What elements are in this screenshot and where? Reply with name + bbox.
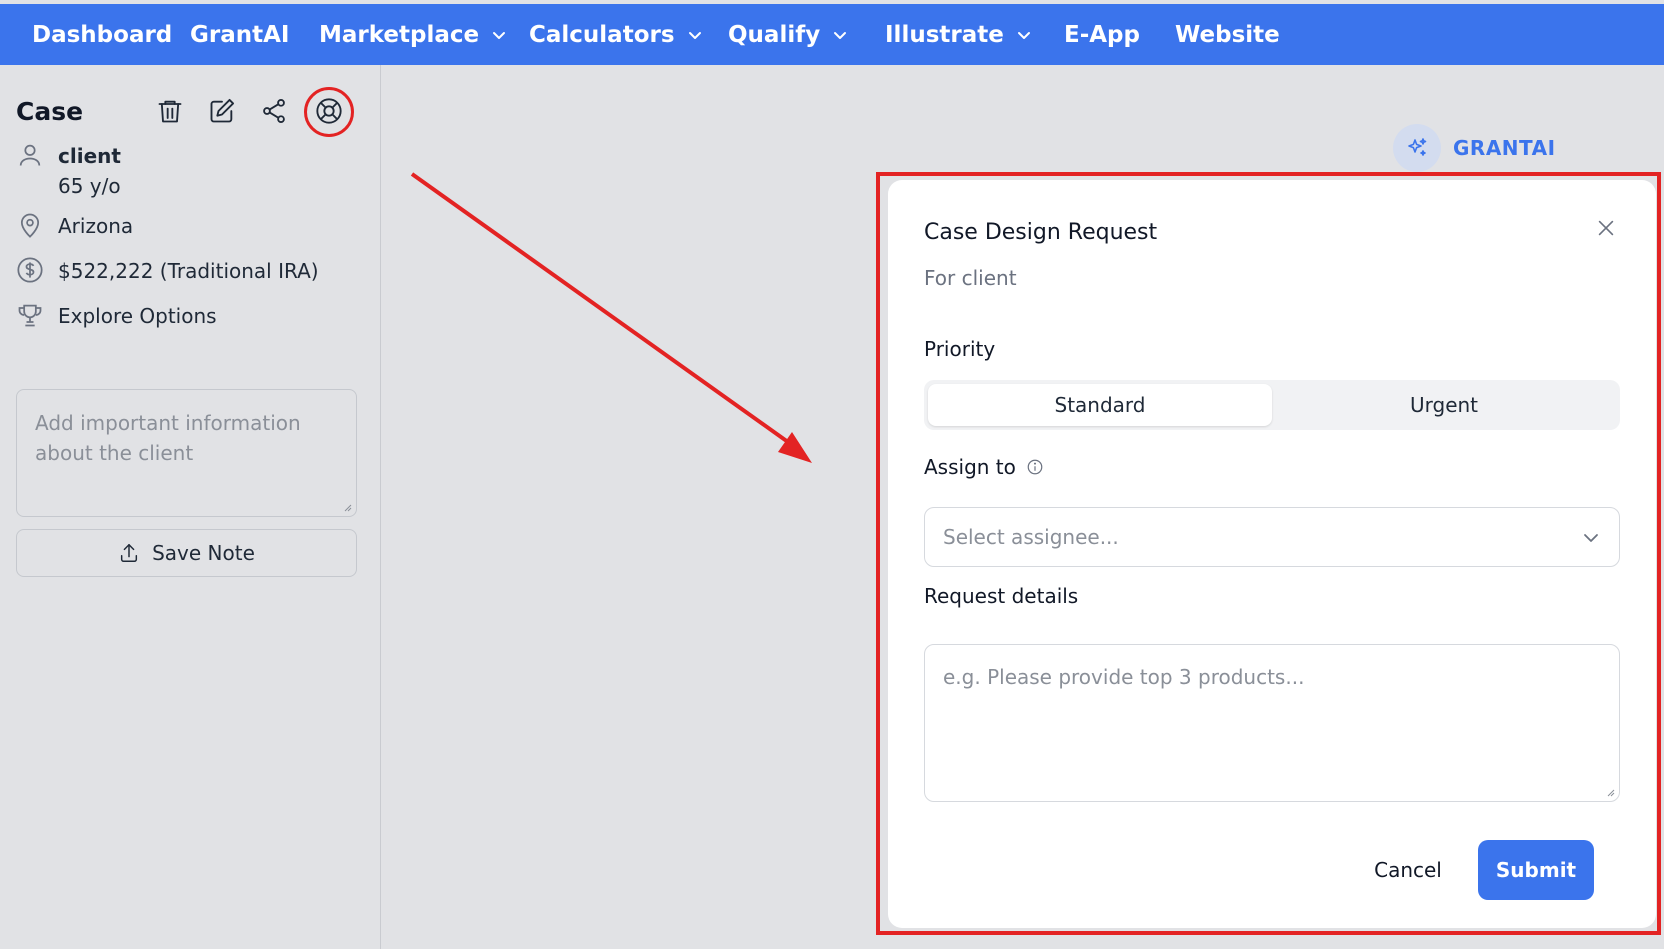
- info-icon[interactable]: [1026, 458, 1044, 476]
- nav-e-app-label: E-App: [1064, 21, 1140, 48]
- nav-website-label: Website: [1175, 21, 1280, 48]
- nav-qualify[interactable]: Qualify: [728, 4, 848, 65]
- resize-handle-icon[interactable]: [1605, 787, 1615, 797]
- top-navigation-bar: Dashboard GrantAI Marketplace Calculator…: [0, 4, 1664, 65]
- assign-to-label-text: Assign to: [924, 455, 1016, 479]
- nav-illustrate-label: Illustrate: [885, 21, 1004, 48]
- grantai-button[interactable]: GRANTAI: [1393, 124, 1556, 172]
- request-details-label: Request details: [924, 584, 1078, 608]
- nav-calculators-label: Calculators: [529, 21, 675, 48]
- nav-grantai[interactable]: GrantAI: [190, 4, 289, 65]
- chevron-down-icon: [493, 31, 506, 39]
- client-age: 65 y/o: [58, 174, 121, 198]
- share-icon: [263, 98, 285, 124]
- client-info-row: client 65 y/o: [16, 141, 121, 201]
- case-sidebar: Case client 65 y/o Arizona $522,222 (Tra…: [0, 65, 381, 949]
- assignee-placeholder: Select assignee...: [943, 525, 1119, 549]
- dialog-title: Case Design Request: [924, 220, 1158, 245]
- submit-button[interactable]: Submit: [1478, 840, 1594, 900]
- sparkles-icon: [1393, 124, 1441, 172]
- upload-icon: [121, 544, 138, 562]
- resize-handle-icon[interactable]: [342, 502, 352, 512]
- nav-grantai-label: GrantAI: [190, 21, 290, 48]
- trophy-icon: [16, 301, 46, 331]
- assignee-select[interactable]: Select assignee...: [924, 507, 1620, 567]
- chevron-down-icon: [1584, 534, 1598, 542]
- request-details-textarea[interactable]: e.g. Please provide top 3 products...: [924, 644, 1620, 802]
- chevron-down-icon: [688, 31, 701, 39]
- edit-button[interactable]: [204, 93, 240, 129]
- trash-icon: [158, 100, 182, 123]
- nav-e-app[interactable]: E-App: [1064, 4, 1140, 65]
- cancel-button[interactable]: Cancel: [1356, 840, 1460, 900]
- share-button[interactable]: [256, 93, 292, 129]
- request-details-label-text: Request details: [924, 584, 1079, 608]
- edit-icon: [210, 98, 235, 123]
- account-row: $522,222 (Traditional IRA): [16, 256, 319, 286]
- client-name: client: [58, 144, 121, 168]
- client-goal: Explore Options: [58, 304, 217, 328]
- client-state: Arizona: [58, 214, 134, 238]
- goal-row: Explore Options: [16, 301, 217, 331]
- save-note-label: Save Note: [152, 541, 255, 565]
- priority-label-text: Priority: [924, 337, 996, 361]
- case-title: Case: [16, 97, 84, 126]
- nav-qualify-label: Qualify: [728, 21, 821, 48]
- annotation-highlight-circle: [304, 87, 354, 137]
- priority-segmented-control: Standard Urgent: [924, 380, 1620, 430]
- delete-button[interactable]: [152, 93, 188, 129]
- client-account: $522,222 (Traditional IRA): [58, 259, 319, 283]
- close-button[interactable]: [1592, 214, 1620, 242]
- nav-dashboard-label: Dashboard: [32, 21, 173, 48]
- nav-website[interactable]: Website: [1175, 4, 1280, 65]
- nav-marketplace-label: Marketplace: [319, 21, 480, 48]
- case-design-request-dialog: Case Design Request For client Priority …: [888, 180, 1656, 928]
- chevron-down-icon: [834, 31, 847, 39]
- client-note-textarea[interactable]: Add important information about the clie…: [16, 389, 357, 517]
- priority-option-standard[interactable]: Standard: [928, 384, 1272, 426]
- assign-to-label: Assign to: [924, 455, 1044, 479]
- chevron-down-icon: [1017, 31, 1030, 39]
- grantai-label: GRANTAI: [1453, 136, 1556, 160]
- save-note-button[interactable]: Save Note: [16, 529, 357, 577]
- nav-dashboard[interactable]: Dashboard: [32, 4, 172, 65]
- user-icon: [16, 141, 46, 171]
- close-icon: [1598, 220, 1614, 236]
- nav-marketplace[interactable]: Marketplace: [319, 4, 507, 65]
- dollar-circle-icon: [16, 256, 46, 286]
- nav-calculators[interactable]: Calculators: [529, 4, 703, 65]
- map-pin-icon: [16, 211, 46, 241]
- priority-label: Priority: [924, 337, 995, 361]
- state-row: Arizona: [16, 211, 133, 241]
- note-placeholder: Add important information about the clie…: [35, 411, 301, 465]
- request-details-placeholder: e.g. Please provide top 3 products...: [943, 665, 1305, 689]
- priority-option-urgent[interactable]: Urgent: [1272, 384, 1616, 426]
- nav-illustrate[interactable]: Illustrate: [885, 4, 1032, 65]
- dialog-subtitle: For client: [924, 266, 1017, 290]
